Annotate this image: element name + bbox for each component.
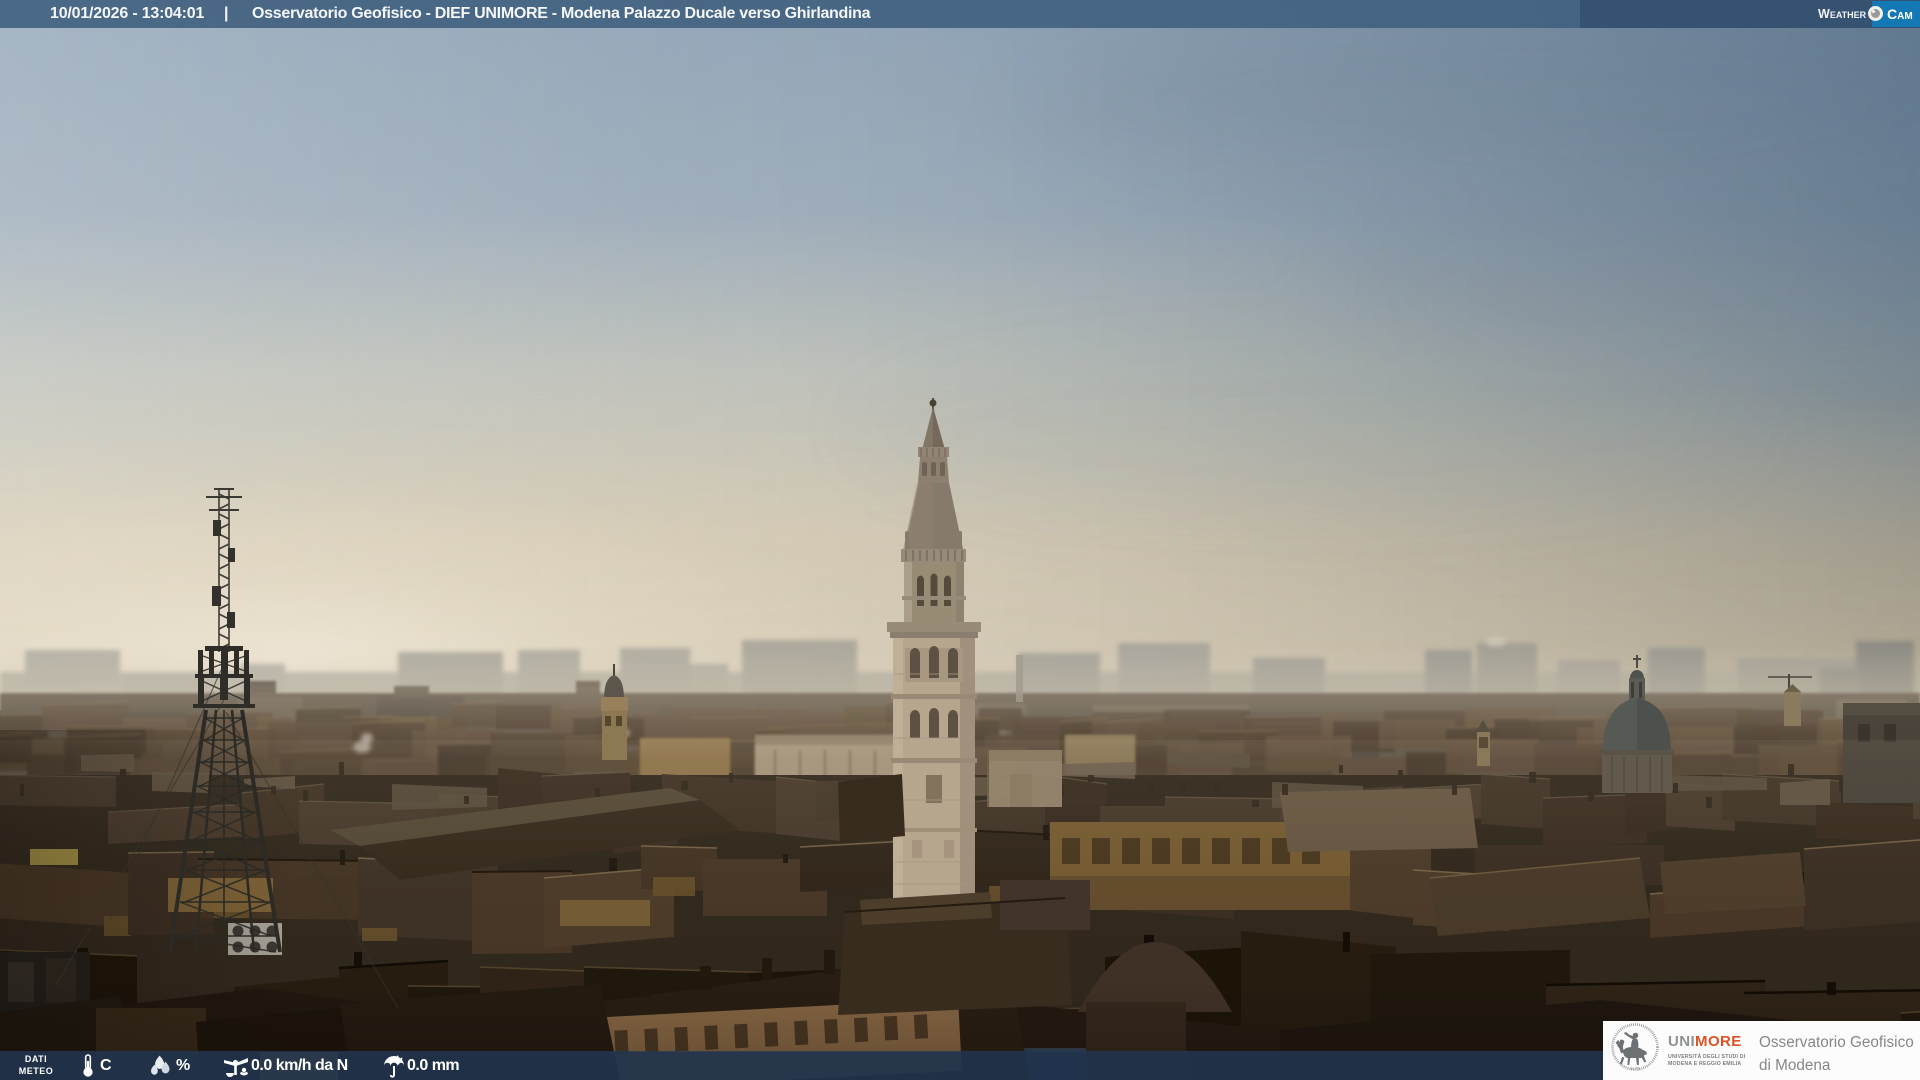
svg-text:1175: 1175 <box>1630 1066 1640 1071</box>
